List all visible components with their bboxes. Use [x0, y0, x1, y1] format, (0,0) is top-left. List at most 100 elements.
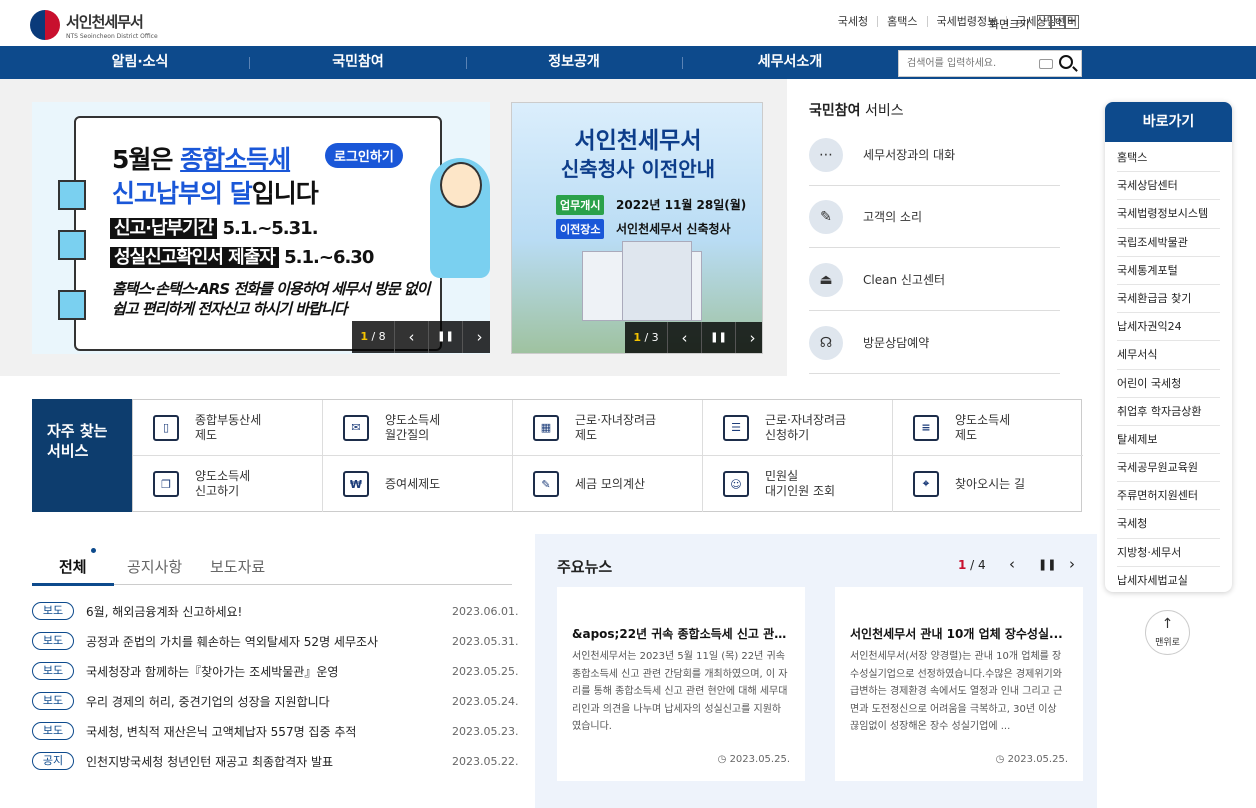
scroll-top-button[interactable]: ↑ 맨위로: [1145, 610, 1190, 655]
nav-news[interactable]: 알림·소식: [32, 46, 248, 79]
notice-row[interactable]: 보도 국세청, 변칙적 재산은닉 고액체납자 557명 집중 추적 2023.05.…: [32, 716, 518, 746]
tab-all[interactable]: 전체: [59, 556, 87, 577]
shortcut-item[interactable]: 국세청: [1117, 510, 1220, 539]
frequent-service-item[interactable]: ⌖ 찾아오시는 길: [893, 456, 1083, 512]
shortcut-item[interactable]: 지방청·세무서: [1117, 539, 1220, 567]
zoom-reset-button[interactable]: o: [1051, 15, 1065, 29]
shortcut-item[interactable]: 국세공무원교육원: [1117, 454, 1220, 483]
frequent-service-item[interactable]: ☺ 민원실 대기인원 조회: [703, 456, 893, 512]
shortcut-item[interactable]: 어린이 국세청: [1117, 370, 1220, 398]
participation-item-voice[interactable]: ✎ 고객의 소리: [809, 186, 1060, 248]
shortcut-item[interactable]: 납세자세법교실: [1117, 567, 1220, 592]
logo-subtitle: NTS Seoincheon District Office: [66, 32, 158, 40]
notice-row[interactable]: 보도 우리 경제의 허리, 중견기업의 성장을 지원합니다 2023.05.24.: [32, 686, 518, 716]
prev-slide-button[interactable]: ‹: [667, 322, 701, 353]
people-icon: ☺: [723, 471, 749, 497]
banner-value: 5.1.~6.30: [278, 247, 374, 268]
tab-notices[interactable]: 공지사항: [127, 556, 182, 577]
banner-text: 5월은: [112, 145, 181, 174]
participation-item-visit[interactable]: ☊ 방문상담예약: [809, 312, 1060, 374]
zoom-in-button[interactable]: +: [1065, 15, 1079, 29]
news-next-button[interactable]: ›: [1069, 555, 1075, 573]
frequent-service-item[interactable]: ☰ 근로·자녀장려금 신청하기: [703, 400, 893, 456]
chat-icon: ⋯: [809, 137, 843, 172]
news-pause-button[interactable]: ❚❚: [1038, 558, 1056, 571]
frequent-service-item[interactable]: ▯ 종합부동산세 제도: [133, 400, 323, 456]
slide-counter: 1 / 8: [360, 330, 386, 343]
frequent-service-item[interactable]: ▦ 근로·자녀장려금 제도: [513, 400, 703, 456]
document-icon: ≡: [913, 414, 939, 441]
pause-slide-button[interactable]: ❚❚: [701, 322, 735, 353]
notice-row[interactable]: 보도 국세청장과 함께하는『찾아가는 조세박물관』운영 2023.05.25.: [32, 656, 519, 686]
util-link-nts[interactable]: 국세청: [829, 16, 877, 27]
clock-icon: ◷: [995, 754, 1008, 765]
banner2-tag-start: 업무개시: [556, 195, 605, 215]
shortcut-item[interactable]: 국세통계포털: [1117, 257, 1220, 285]
search-icon[interactable]: [1059, 55, 1073, 69]
notice-badge: 보도: [32, 722, 74, 740]
banner-login-button[interactable]: 로그인하기: [325, 143, 403, 168]
banner2-title: 서인천세무서: [574, 128, 702, 154]
news-card[interactable]: &apos;22년 귀속 종합소득세 신고 관련... 서인천세무서는 2023…: [557, 587, 805, 781]
tab-active-indicator: [32, 583, 114, 586]
nav-disclosure[interactable]: 정보공개: [466, 46, 682, 79]
frequent-service-item[interactable]: ≡ 양도소득세 제도: [893, 400, 1083, 456]
shortcut-item[interactable]: 주류면허지원센터: [1117, 482, 1220, 511]
participation-label: 고객의 소리: [863, 210, 923, 224]
notice-title: 인천지방국세청 청년인턴 재공고 최종합격자 발표: [86, 754, 334, 769]
notice-row[interactable]: 보도 공정과 준법의 가치를 훼손하는 역외탈세자 52명 세무조사 2023.05…: [32, 626, 518, 656]
slide-total: 8: [378, 330, 386, 343]
shortcut-item[interactable]: 국세환급금 찾기: [1117, 285, 1220, 314]
news-card[interactable]: 서인천세무서 관내 10개 업체 장수성실... 서인천세무서(서장 양경렬)는…: [835, 587, 1083, 781]
frequent-service-item[interactable]: ✎ 세금 모의계산: [513, 456, 703, 512]
notice-date: 2023.05.22.: [452, 754, 519, 768]
frequent-service-item[interactable]: ✉ 양도소득세 월간질의: [323, 400, 513, 456]
search-input[interactable]: [899, 51, 1029, 76]
participation-item-clean[interactable]: ⏏ Clean 신고센터: [809, 249, 1060, 311]
news-prev-button[interactable]: ‹: [1009, 555, 1015, 573]
notice-date: 2023.06.01.: [452, 604, 519, 618]
shortcut-item[interactable]: 납세자권익24: [1117, 313, 1220, 342]
banner-relocation[interactable]: 서인천세무서 신축청사 이전안내 업무개시 2022년 11월 28일(월) 이…: [511, 102, 763, 354]
participation-item-chat[interactable]: ⋯ 세무서장과의 대화: [809, 124, 1060, 186]
notice-title: 공정과 준법의 가치를 훼손하는 역외탈세자 52명 세무조사: [86, 634, 379, 649]
binder-ring: [58, 180, 86, 210]
virtual-keyboard-icon[interactable]: [1039, 59, 1053, 69]
frequent-service-label: 양도소득세 제도: [955, 412, 1011, 442]
shortcut-item[interactable]: 취업후 학자금상환: [1117, 398, 1220, 426]
notice-row[interactable]: 공지 인천지방국세청 청년인턴 재공고 최종합격자 발표 2023.05.22.: [32, 746, 519, 776]
util-link-hometax[interactable]: 홈택스: [877, 16, 926, 27]
site-logo[interactable]: 서인천세무서 NTS Seoincheon District Office: [30, 8, 160, 42]
banner-text: 입니다: [251, 179, 319, 208]
notice-date: 2023.05.25.: [452, 664, 519, 678]
slide-current: 1: [360, 330, 368, 343]
prev-slide-button[interactable]: ‹: [394, 321, 428, 353]
shortcut-item[interactable]: 국세법령정보시스템: [1117, 200, 1220, 229]
notice-title: 국세청, 변칙적 재산은닉 고액체납자 557명 집중 추적: [86, 724, 357, 739]
notice-row[interactable]: 보도 6월, 해외금융계좌 신고하세요! 2023.06.01.: [32, 596, 519, 626]
arrow-up-icon: ↑: [1161, 616, 1174, 632]
shortcut-item[interactable]: 탈세제보: [1117, 426, 1220, 455]
zoom-out-button[interactable]: −: [1037, 15, 1051, 29]
tab-press[interactable]: 보도자료: [210, 556, 265, 577]
nav-participation[interactable]: 국민참여: [250, 46, 466, 79]
clock-icon: ◷: [717, 754, 730, 765]
banner-label: 성실신고확인서 제출자: [110, 247, 279, 268]
shortcut-item[interactable]: 국세상담센터: [1117, 172, 1220, 201]
next-slide-button[interactable]: ›: [735, 322, 762, 353]
next-slide-button[interactable]: ›: [462, 321, 490, 353]
shortcut-item[interactable]: 세무서식: [1117, 341, 1220, 370]
frequent-service-item[interactable]: ❐ 양도소득세 신고하기: [133, 456, 323, 512]
banner2-place: 서인천세무서 신축청사: [616, 222, 731, 236]
shortcut-item[interactable]: 홈택스: [1117, 144, 1220, 173]
frequent-service-item[interactable]: ₩ 증여세제도: [323, 456, 513, 512]
banner-tax-filing[interactable]: 5월은 종합소득세 로그인하기 신고납부의 달입니다 신고·납부기간 5.1.~…: [32, 102, 490, 354]
pause-slide-button[interactable]: ❚❚: [428, 321, 462, 353]
news-card-date: ◷ 2023.05.25.: [996, 754, 1068, 765]
nav-about[interactable]: 세무서소개: [682, 46, 898, 79]
scroll-top-label: 맨위로: [1155, 638, 1180, 648]
banner-highlight: 종합소득세: [180, 145, 291, 174]
bookmark-icon: ▯: [153, 414, 179, 441]
shortcut-item[interactable]: 국립조세박물관: [1117, 229, 1220, 257]
search-box: [898, 50, 1082, 77]
